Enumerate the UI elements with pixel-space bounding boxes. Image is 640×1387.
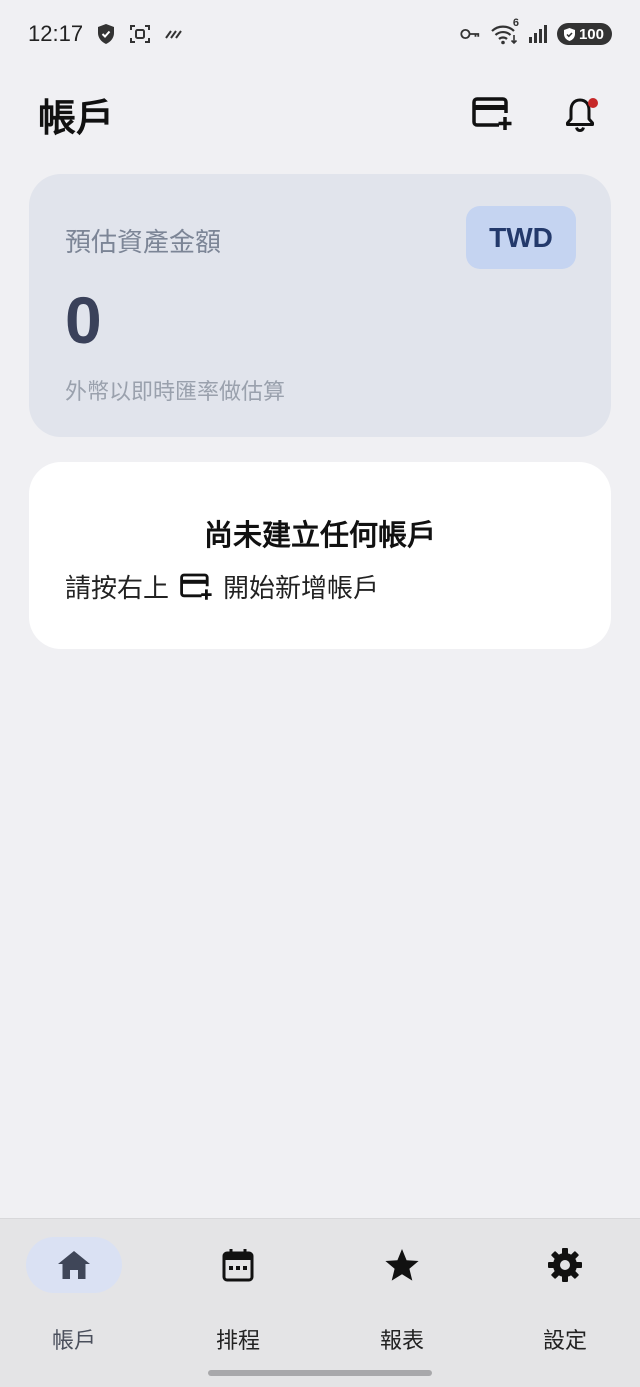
- nav-label-reports: 報表: [379, 1329, 424, 1354]
- notification-dot: [588, 98, 598, 108]
- nav-item-reports[interactable]: 報表: [342, 1237, 462, 1357]
- star-icon: [385, 1249, 419, 1281]
- nav-item-settings[interactable]: 設定: [505, 1237, 625, 1357]
- signal-icon: [527, 23, 549, 45]
- nav-label-schedule: 排程: [215, 1329, 260, 1354]
- add-account-button[interactable]: [470, 92, 514, 136]
- nav-item-accounts[interactable]: 帳戶: [14, 1237, 134, 1357]
- status-time: 12:17: [28, 21, 84, 46]
- hint-text-after: 開始新增帳戶: [223, 574, 380, 604]
- battery-level: 100: [578, 25, 604, 43]
- bottom-navigation: 帳戶 排程 報表 設定: [0, 1218, 640, 1387]
- status-bar: 12:17 6 100: [0, 0, 640, 68]
- asset-note: 外幣以即時匯率做估算: [65, 380, 286, 405]
- wifi-badge: 6: [512, 17, 519, 29]
- empty-accounts-card: 尚未建立任何帳戶 請按右上 開始新增帳戶: [29, 462, 611, 649]
- asset-label: 預估資產金額: [65, 228, 222, 258]
- asset-summary-card: 預估資產金額 TWD 0 外幣以即時匯率做估算: [29, 174, 611, 437]
- currency-button[interactable]: TWD: [466, 206, 576, 269]
- shield-icon: [95, 23, 117, 45]
- nav-label-settings: 設定: [542, 1329, 587, 1354]
- vpn-key-icon: [459, 23, 481, 45]
- notification-button[interactable]: [558, 92, 602, 136]
- add-card-icon: [472, 97, 512, 130]
- home-indicator[interactable]: [208, 1370, 432, 1376]
- activity-icon: [163, 23, 185, 45]
- nav-label-accounts: 帳戶: [51, 1329, 96, 1354]
- page-title: 帳戶: [38, 95, 115, 140]
- hint-text-before: 請按右上: [65, 574, 170, 604]
- empty-hint: 請按右上 開始新增帳戶: [65, 568, 379, 605]
- battery-icon: 100: [556, 23, 612, 45]
- add-card-icon: [179, 570, 213, 604]
- empty-title: 尚未建立任何帳戶: [203, 518, 436, 552]
- calendar-icon: [222, 1249, 254, 1282]
- wifi-icon: 6: [489, 17, 519, 45]
- app-header: 帳戶: [0, 78, 640, 150]
- screenshot-icon: [129, 23, 151, 45]
- asset-amount: 0: [65, 283, 102, 357]
- home-icon: [58, 1251, 90, 1279]
- nav-item-schedule[interactable]: 排程: [178, 1237, 298, 1357]
- gear-icon: [548, 1248, 582, 1282]
